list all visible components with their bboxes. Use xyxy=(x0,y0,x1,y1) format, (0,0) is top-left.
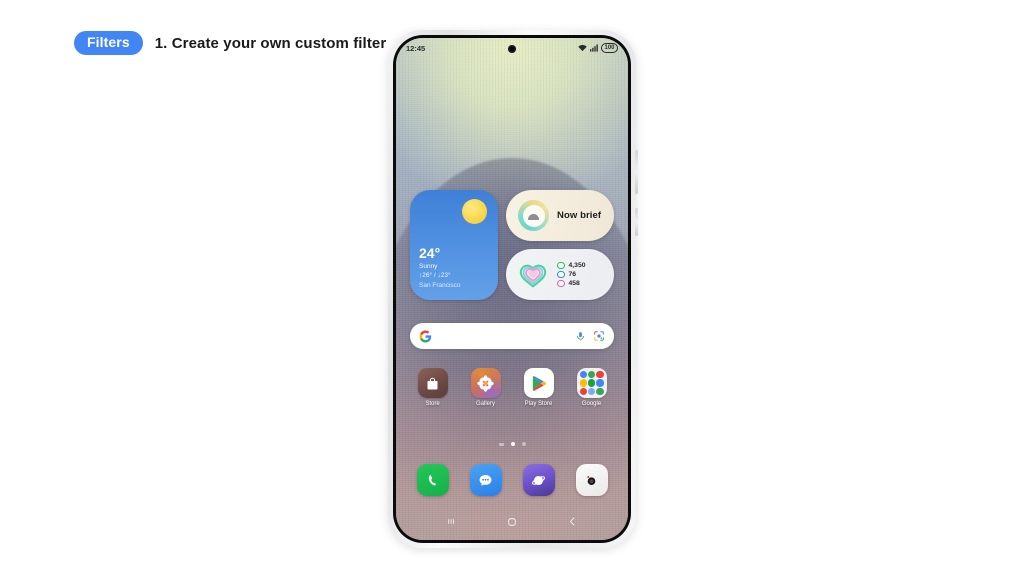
now-brief-label: Now brief xyxy=(557,210,602,221)
health-widget[interactable]: 4,350 76 458 xyxy=(506,249,614,300)
google-lens-icon[interactable] xyxy=(593,330,605,342)
page-title: 1. Create your own custom filter xyxy=(154,34,387,52)
app-label-play-store: Play Store xyxy=(524,401,553,407)
page-dot-1[interactable] xyxy=(510,442,515,446)
weather-condition: Sunny xyxy=(419,263,438,270)
app-grid: Store Gallery Play Store Google xyxy=(406,368,618,407)
shopping-bag-icon xyxy=(417,368,448,398)
calories-value: 458 xyxy=(568,280,580,287)
app-label-store: Store xyxy=(425,401,440,407)
volume-button[interactable] xyxy=(635,150,638,194)
health-stat-heart: 76 xyxy=(557,270,586,279)
heart-rate-ring-icon xyxy=(557,270,565,279)
page-dot-0[interactable] xyxy=(498,442,504,446)
cellular-signal-icon xyxy=(589,44,598,52)
health-stat-steps: 4,350 xyxy=(557,261,586,270)
app-folder-icon xyxy=(576,368,607,398)
annotation-header: Filters 1. Create your own custom filter xyxy=(74,31,387,56)
navigation-bar xyxy=(396,512,628,534)
status-bar-indicators: 100 xyxy=(578,42,618,54)
app-icon-play-store[interactable]: Play Store xyxy=(517,368,561,407)
power-button[interactable] xyxy=(635,208,638,236)
app-folder-google[interactable]: Google xyxy=(570,368,614,407)
microphone-icon[interactable] xyxy=(575,331,586,342)
chat-bubble-icon[interactable] xyxy=(469,464,502,496)
steps-value: 4,350 xyxy=(568,262,586,269)
widget-area: 24° Sunny ↑26° / ↓23° San Francisco Now … xyxy=(410,190,614,300)
phone-bezel: 12:45 100 24° Sunny ↑26° / ↓23° San Fran… xyxy=(393,35,631,543)
app-icon-gallery[interactable]: Gallery xyxy=(464,368,508,407)
health-stats-list: 4,350 76 458 xyxy=(557,261,586,288)
flower-icon xyxy=(470,368,501,398)
google-g-icon xyxy=(419,330,432,343)
heart-rate-value: 76 xyxy=(568,271,577,278)
google-search-bar[interactable] xyxy=(410,323,614,349)
now-brief-widget[interactable]: Now brief xyxy=(506,190,614,241)
phone-handset-icon[interactable] xyxy=(416,464,449,496)
filters-badge: Filters xyxy=(74,31,143,56)
front-camera-punch-hole xyxy=(508,45,516,53)
app-icon-store[interactable]: Store xyxy=(411,368,455,407)
dock xyxy=(406,464,618,496)
folder-mini-icons xyxy=(579,371,604,395)
app-label-google: Google xyxy=(581,401,602,407)
home-circle-icon[interactable] xyxy=(506,516,518,531)
sun-icon xyxy=(462,199,487,224)
play-triangle-icon xyxy=(523,368,554,398)
back-chevron-icon[interactable] xyxy=(567,516,578,530)
wifi-icon xyxy=(578,44,587,52)
weather-ring-icon xyxy=(518,200,549,231)
weather-location: San Francisco xyxy=(419,282,461,289)
weather-widget[interactable]: 24° Sunny ↑26° / ↓23° San Francisco xyxy=(410,190,498,300)
app-label-gallery: Gallery xyxy=(475,401,495,407)
status-bar-time: 12:45 xyxy=(406,43,426,53)
weather-high-low: ↑26° / ↓23° xyxy=(419,272,451,279)
page-dot-2[interactable] xyxy=(521,442,526,446)
recents-icon[interactable] xyxy=(446,516,457,530)
health-stat-calories: 458 xyxy=(557,279,586,288)
screenshot-root: Filters 1. Create your own custom filter… xyxy=(0,0,1024,576)
right-widget-column: Now brief 4,350 76 458 xyxy=(506,190,614,300)
phone-mockup: 12:45 100 24° Sunny ↑26° / ↓23° San Fran… xyxy=(388,30,638,548)
phone-screen: 12:45 100 24° Sunny ↑26° / ↓23° San Fran… xyxy=(396,38,628,540)
browser-planet-icon[interactable] xyxy=(522,464,555,496)
weather-temperature: 24° xyxy=(419,245,441,261)
battery-indicator: 100 xyxy=(600,42,618,54)
camera-icon[interactable] xyxy=(575,464,608,496)
steps-ring-icon xyxy=(557,261,565,270)
heart-rings-icon xyxy=(518,260,548,290)
page-indicator xyxy=(396,442,628,446)
calories-ring-icon xyxy=(557,279,565,288)
